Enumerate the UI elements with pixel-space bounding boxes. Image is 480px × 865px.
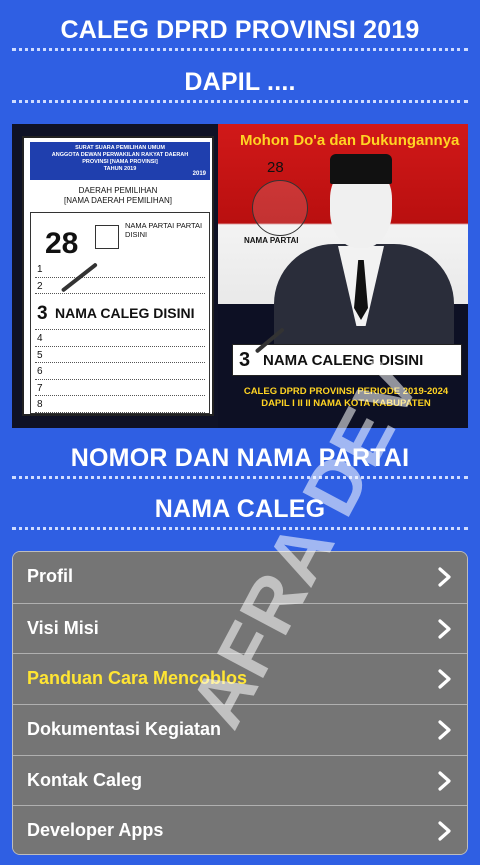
row-number: 3 — [37, 303, 48, 324]
chevron-right-icon — [438, 669, 451, 689]
ballot-row: 4 — [35, 330, 205, 347]
ballot-header: SURAT SUARA PEMILIHAN UMUM ANGGOTA DEWAN… — [30, 142, 210, 180]
ballot-row: 2 — [35, 278, 205, 294]
ballot-row: 1 — [35, 261, 205, 278]
ballot-row: 6 — [35, 363, 205, 380]
candidate-peci — [330, 154, 392, 184]
party-logo-placeholder — [252, 180, 308, 236]
candidate-name: NAMA CALEG DISINI — [55, 305, 195, 321]
app-screen: CALEG DPRD PROVINSI 2019 DAPIL .... SURA… — [0, 0, 480, 865]
banner-party-number: 28 — [267, 159, 284, 176]
menu-item-label: Profil — [27, 566, 74, 586]
ballot-box: 28 NAMA PARTAI PARTAI DISINI 1 2 3 NAMA … — [30, 212, 210, 414]
menu-item-label: Kontak Caleg — [27, 769, 143, 790]
row-number: 2 — [37, 280, 43, 292]
chevron-right-icon — [438, 771, 451, 791]
menu-item-kontak[interactable]: Kontak Caleg — [13, 754, 467, 806]
daerah-value: [NAMA DAERAH PEMILIHAN] — [63, 196, 173, 205]
row-number: 8 — [37, 399, 43, 410]
ballot-row: 5 — [35, 347, 205, 363]
banner-party-label: NAMA PARTAI — [244, 236, 299, 245]
divider — [12, 527, 468, 530]
ballot-head-line: ANGGOTA DEWAN PERWAKILAN RAKYAT DAERAH — [51, 152, 189, 158]
divider — [12, 100, 468, 103]
row-number: 1 — [37, 264, 43, 275]
dapil-title: DAPIL .... — [184, 68, 296, 96]
chevron-right-icon — [438, 567, 451, 587]
ballot-row: 7 — [35, 380, 205, 396]
daerah-label: DAERAH PEMILIHAN — [78, 186, 158, 195]
chevron-right-icon — [438, 821, 451, 841]
row-number: 5 — [37, 349, 43, 361]
chevron-right-icon — [438, 720, 451, 740]
menu-item-label: Dokumentasi Kegiatan — [27, 718, 222, 739]
menu-item-developer[interactable]: Developer Apps — [13, 805, 467, 854]
ballot-row-selected: 3 NAMA CALEG DISINI — [35, 294, 205, 330]
ballot-sample: SURAT SUARA PEMILIHAN UMUM ANGGOTA DEWAN… — [22, 136, 214, 416]
banner-tagline: Mohon Do'a dan Dukungannya — [240, 132, 460, 149]
party-title: NOMOR DAN NAMA PARTAI — [70, 444, 410, 472]
ballot-party-name: NAMA PARTAI PARTAI DISINI — [125, 221, 203, 239]
namebar-number: 3 — [239, 349, 251, 371]
ballot-year: 2019 — [192, 171, 206, 177]
menu-item-label: Visi Misi — [27, 617, 99, 638]
divider — [12, 48, 468, 51]
party-logo-box — [95, 225, 119, 249]
row-number: 4 — [37, 333, 43, 344]
ballot-rows: 1 2 3 NAMA CALEG DISINI 4 5 6 7 8 — [35, 261, 205, 413]
chevron-right-icon — [438, 619, 451, 639]
page-title: CALEG DPRD PROVINSI 2019 — [60, 16, 420, 44]
ballot-head-line: SURAT SUARA PEMILIHAN UMUM — [75, 145, 165, 151]
ballot-row: 8 — [35, 396, 205, 413]
ballot-daerah: DAERAH PEMILIHAN [NAMA DAERAH PEMILIHAN] — [24, 186, 212, 206]
ballot-head-line: TAHUN 2019 — [103, 166, 137, 172]
ballot-head-line: PROVINSI [NAMA PROVINSI] — [82, 159, 158, 165]
caleg-title: NAMA CALEG — [154, 495, 326, 523]
ballot-party-number: 28 — [45, 227, 79, 260]
row-number: 6 — [37, 366, 43, 377]
row-number: 7 — [37, 382, 43, 394]
divider — [12, 476, 468, 479]
menu-item-label: Developer Apps — [27, 820, 164, 841]
